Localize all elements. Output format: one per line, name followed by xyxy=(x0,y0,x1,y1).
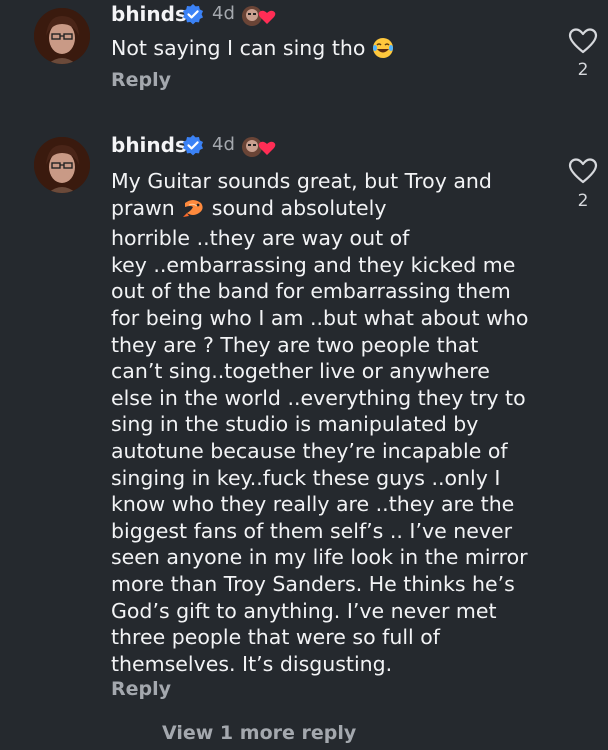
shrimp-icon xyxy=(181,197,205,226)
comment-text: My Guitar sounds great, but Troy and pra… xyxy=(111,168,551,677)
comment-username[interactable]: bhinds xyxy=(111,133,187,157)
comment-text-part2: sound absolutely horrible ..they are way… xyxy=(111,195,529,676)
verified-badge-icon xyxy=(183,135,203,156)
verified-badge-icon xyxy=(183,4,203,25)
reply-button[interactable]: Reply xyxy=(111,69,171,91)
creator-liked-icon xyxy=(242,137,276,157)
comment-age: 4d xyxy=(212,3,235,24)
like-count: 2 xyxy=(577,60,589,80)
like-count: 2 xyxy=(577,191,589,211)
comment-text-content: Not saying I can sing tho xyxy=(111,36,366,60)
creator-liked-icon xyxy=(242,6,276,26)
heart-icon[interactable] xyxy=(568,27,598,55)
heart-icon[interactable] xyxy=(568,157,598,185)
view-more-replies-button[interactable]: View 1 more reply xyxy=(162,722,356,744)
avatar[interactable] xyxy=(34,137,90,193)
comment-age: 4d xyxy=(212,134,235,155)
comment-username[interactable]: bhinds xyxy=(111,2,187,26)
avatar[interactable] xyxy=(34,8,90,64)
face-with-tears-of-joy-icon xyxy=(372,37,394,66)
comment-text: Not saying I can sing tho xyxy=(111,35,551,66)
reply-button[interactable]: Reply xyxy=(111,678,171,700)
